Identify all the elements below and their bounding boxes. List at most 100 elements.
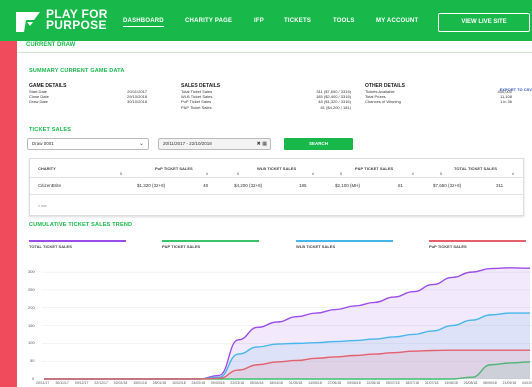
x-tick-label: 09/12/17 — [74, 381, 89, 385]
x-tick-label: 31/07/18 — [424, 381, 439, 385]
col-wlb-sales: WLB TICKET SALES — [257, 166, 297, 171]
kv-label: P&P Ticket Sales — [181, 104, 212, 110]
x-tick-label: 15/01/18 — [133, 381, 147, 385]
cell-pp-amount: $2,100 (MH) — [335, 183, 361, 188]
x-tick-label: 02/01/18 — [113, 381, 128, 385]
x-tick-label: 09/03/18 — [210, 381, 225, 385]
kv-value: 81 ($4,200 / 181) — [320, 104, 351, 110]
cell-charity: CitizenBrite — [38, 183, 62, 188]
x-tick-label: 05/07/18 — [385, 381, 400, 385]
x-tick-label: 22/12/17 — [94, 381, 108, 385]
summary-title: SUMMARY CURRENT GAME DATA — [29, 68, 125, 74]
nav-tools[interactable]: TOOLS — [333, 18, 355, 24]
cell-wlb-count: 185 — [299, 183, 307, 188]
search-button[interactable]: SEARCH — [284, 138, 353, 150]
legend-label-wlb: WLB TICKET SALES — [296, 244, 336, 249]
y-tick-label: 200 — [28, 304, 35, 310]
legend-label-total: TOTAL TICKET SALES — [29, 244, 72, 249]
chevron-down-icon: ⌄ — [138, 141, 144, 147]
sub-header: # — [206, 172, 208, 176]
col-charity: CHARITY — [38, 166, 56, 171]
x-tick-label: 10/02/18 — [172, 381, 186, 385]
date-range-value: 20/11/2017 - 22/10/2018 — [163, 141, 212, 146]
y-tick-label: 250 — [28, 286, 35, 292]
x-tick-label: 13/08/18 — [444, 381, 458, 385]
ticket-sales-table: CHARITY PuP TICKET SALES WLB TICKET SALE… — [29, 158, 524, 216]
x-tick-label: 09/06/18 — [347, 381, 361, 385]
legend-bar-pup — [429, 240, 526, 242]
col-pup-sales: PuP TICKET SALES — [155, 166, 193, 171]
row-divider — [30, 194, 523, 195]
x-tick-label: 20/11/17 — [36, 381, 50, 385]
table-footer: 1 row — [38, 204, 47, 208]
sales-details-list: Total Ticket Sales 311 ($7,650 / 3316) WL… — [181, 89, 351, 110]
sub-header: $ — [237, 172, 239, 176]
sub-header: # — [312, 172, 314, 176]
x-tick-label: 14/05/18 — [308, 381, 322, 385]
col-total-sales: TOTAL TICKET SALES — [454, 166, 497, 171]
nav-dashboard[interactable]: DASHBOARD — [123, 18, 164, 27]
x-tick-label: 24/02/18 — [191, 381, 206, 385]
x-tick-label: 18/04/18 — [269, 381, 283, 385]
col-pp-sales: P&P TICKET SALES — [355, 166, 394, 171]
x-tick-label: 18/07/18 — [405, 381, 419, 385]
kv-label: Chances of Winning — [365, 99, 401, 105]
sub-header: $ — [440, 172, 442, 176]
cell-pup-count: 48 — [203, 183, 209, 188]
calendar-icon[interactable]: ▦ — [262, 141, 267, 147]
date-range-input[interactable]: 20/11/2017 - 22/10/2018 ✖ ▦ — [158, 138, 271, 150]
clear-icon[interactable]: ✖ — [257, 141, 261, 147]
ticket-sales-title: TICKET SALES — [29, 127, 72, 133]
legend-bar-wlb — [296, 240, 393, 242]
legend-label-pup: PuP TICKET SALES — [429, 244, 467, 249]
header-divider — [30, 177, 523, 178]
x-tick-label: 26/08/18 — [463, 381, 478, 385]
cell-total-amount: $7,650 (32+8) — [433, 183, 462, 188]
kv-value: 1 in 36 — [499, 99, 512, 105]
x-tick-label: 22/06/18 — [366, 381, 381, 385]
x-tick-label: 08/09/18 — [483, 381, 497, 385]
kv-label: Draw Date — [29, 99, 48, 105]
x-tick-label: 30/11/17 — [55, 381, 69, 385]
current-draw-bar: CURRENT DRAW — [17, 41, 532, 53]
legend-label-pp: P&P TICKET SALES — [162, 244, 201, 249]
brand-name[interactable]: PLAY FOR PURPOSE — [46, 8, 108, 32]
x-tick-label: 21/09/18 — [502, 381, 517, 385]
current-draw-tab[interactable]: CURRENT DRAW — [26, 42, 75, 48]
game-details-list: Start Date 20/11/2017 Close Date 29/10/201… — [29, 89, 147, 105]
y-tick-label: 300 — [28, 269, 35, 275]
logo-icon[interactable] — [14, 10, 42, 34]
sub-header: $ — [120, 172, 122, 176]
sub-header: # — [412, 172, 414, 176]
legend-bar-pp — [162, 240, 259, 242]
nav-charity-page[interactable]: CHARITY PAGE — [185, 18, 232, 24]
cell-total-count: 311 — [496, 183, 504, 188]
x-tick-label: 04/10/18 — [522, 381, 532, 385]
brand-line-2: PURPOSE — [46, 18, 107, 32]
nav-my-account[interactable]: MY ACCOUNT — [376, 18, 418, 24]
x-tick-label: 27/05/18 — [327, 381, 342, 385]
cell-pup-amount: $1,320 (32+8) — [137, 183, 166, 188]
y-tick-label: 50 — [30, 358, 35, 364]
top-navigation-bar: PLAY FOR PURPOSE DASHBOARD CHARITY PAGE … — [0, 0, 532, 41]
sub-header: $ — [340, 172, 342, 176]
nav-tickets[interactable]: TICKETS — [284, 18, 311, 24]
draw-select[interactable]: Draw 0001 ⌄ — [27, 138, 149, 150]
view-live-site-button[interactable]: VIEW LIVE SITE — [438, 13, 530, 32]
legend-bar-total — [29, 240, 126, 242]
x-tick-label: 22/03/18 — [230, 381, 245, 385]
cell-wlb-amount: $4,200 (32+8) — [234, 183, 263, 188]
y-tick-label: 0 — [32, 376, 35, 381]
y-tick-label: 150 — [28, 322, 35, 328]
x-tick-label: 28/01/18 — [152, 381, 167, 385]
cell-pp-count: 81 — [398, 183, 404, 188]
kv-value: 30/10/2018 — [126, 99, 147, 105]
nav-ifp[interactable]: IFP — [254, 18, 264, 24]
x-tick-label: 01/05/18 — [288, 381, 303, 385]
other-details-list: Tickets Available 400,000 Total Prizes 11,… — [365, 89, 512, 105]
draw-select-value: Draw 0001 — [32, 141, 54, 146]
cumulative-sales-chart — [42, 267, 532, 380]
x-tick-label: 05/04/18 — [249, 381, 264, 385]
trend-title: CUMULATIVE TICKET SALES TREND — [29, 222, 133, 228]
y-tick-label: 100 — [28, 340, 35, 346]
